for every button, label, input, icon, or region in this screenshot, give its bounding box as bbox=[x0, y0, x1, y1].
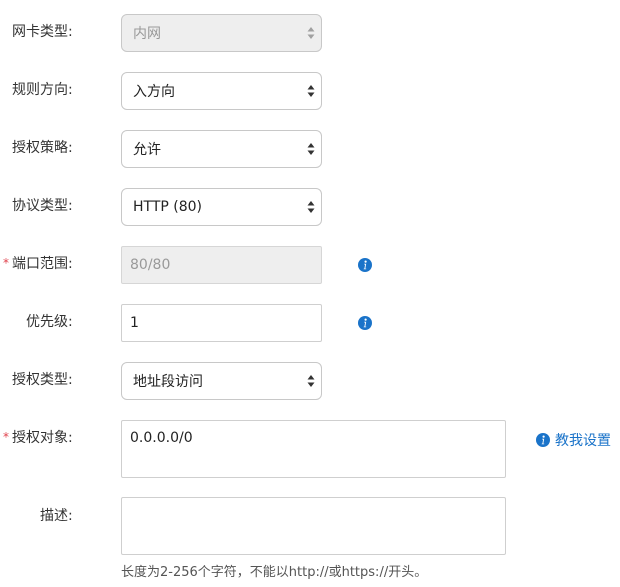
auth-policy-label: 授权策略: bbox=[12, 140, 73, 156]
priority-label: 优先级: bbox=[26, 314, 73, 330]
rule-direction-value: 入方向 bbox=[133, 84, 175, 100]
help-setup-link[interactable]: 教我设置 bbox=[536, 430, 611, 450]
nic-type-value: 内网 bbox=[133, 26, 161, 42]
auth-object-textarea[interactable]: 0.0.0.0/0 bbox=[121, 420, 506, 478]
updown-arrows-icon bbox=[307, 143, 315, 155]
updown-arrows-icon bbox=[307, 85, 315, 97]
required-mark: * bbox=[3, 430, 9, 444]
description-textarea[interactable] bbox=[121, 497, 506, 555]
nic-type-label: 网卡类型: bbox=[12, 24, 73, 40]
updown-arrows-icon bbox=[307, 27, 315, 39]
updown-arrows-icon bbox=[307, 201, 315, 213]
auth-policy-value: 允许 bbox=[133, 142, 161, 158]
port-range-value: 80/80 bbox=[130, 257, 171, 273]
auth-object-value: 0.0.0.0/0 bbox=[130, 430, 193, 446]
protocol-type-value: HTTP (80) bbox=[133, 199, 203, 215]
required-mark: * bbox=[3, 256, 9, 270]
updown-arrows-icon bbox=[307, 375, 315, 387]
protocol-type-select[interactable]: HTTP (80) bbox=[121, 188, 322, 226]
description-hint: 长度为2-256个字符，不能以http://或https://开头。 bbox=[121, 565, 428, 580]
info-icon[interactable] bbox=[358, 258, 372, 272]
auth-type-value: 地址段访问 bbox=[133, 374, 203, 390]
auth-type-label: 授权类型: bbox=[12, 372, 73, 388]
rule-direction-label: 规则方向: bbox=[12, 82, 73, 98]
nic-type-select: 内网 bbox=[121, 14, 322, 52]
protocol-type-label: 协议类型: bbox=[12, 198, 73, 214]
priority-input[interactable]: 1 bbox=[121, 304, 322, 342]
priority-value: 1 bbox=[130, 315, 139, 331]
help-setup-label: 教我设置 bbox=[555, 433, 611, 449]
info-icon bbox=[536, 433, 550, 447]
auth-policy-select[interactable]: 允许 bbox=[121, 130, 322, 168]
description-label: 描述: bbox=[40, 508, 73, 524]
auth-type-select[interactable]: 地址段访问 bbox=[121, 362, 322, 400]
port-range-input: 80/80 bbox=[121, 246, 322, 284]
info-icon[interactable] bbox=[358, 316, 372, 330]
rule-direction-select[interactable]: 入方向 bbox=[121, 72, 322, 110]
port-range-label: 端口范围: bbox=[12, 256, 73, 272]
auth-object-label: 授权对象: bbox=[12, 430, 73, 446]
